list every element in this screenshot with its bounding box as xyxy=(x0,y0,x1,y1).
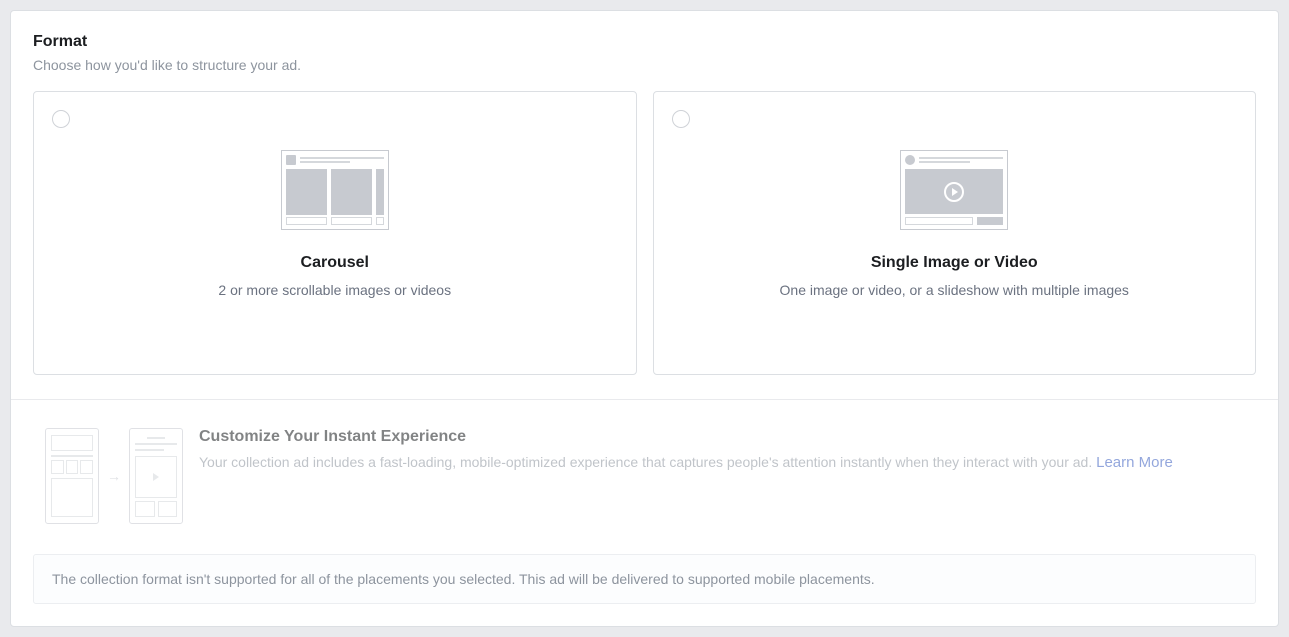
section-title: Format xyxy=(33,33,1256,51)
format-section: Format Choose how you'd like to structur… xyxy=(11,11,1278,399)
section-subtitle: Choose how you'd like to structure your … xyxy=(33,57,1256,73)
customize-description: Your collection ad includes a fast-loadi… xyxy=(199,452,1244,475)
customize-section: → Customize Your Instant Experience Your… xyxy=(11,400,1278,542)
option-description: One image or video, or a slideshow with … xyxy=(780,282,1129,298)
radio-single[interactable] xyxy=(672,110,690,128)
option-title: Single Image or Video xyxy=(871,254,1038,272)
radio-carousel[interactable] xyxy=(52,110,70,128)
arrow-right-icon: → xyxy=(107,468,121,484)
placement-notice: The collection format isn't supported fo… xyxy=(33,554,1256,604)
carousel-thumbnail-icon xyxy=(281,150,389,230)
customize-description-text: Your collection ad includes a fast-loadi… xyxy=(199,454,1096,470)
single-thumbnail-icon xyxy=(900,150,1008,230)
format-panel: Format Choose how you'd like to structur… xyxy=(10,10,1279,627)
learn-more-link[interactable]: Learn More xyxy=(1096,454,1173,471)
format-option-single[interactable]: Single Image or Video One image or video… xyxy=(653,91,1257,375)
customize-title: Customize Your Instant Experience xyxy=(199,428,1244,446)
option-title: Carousel xyxy=(301,254,369,272)
option-description: 2 or more scrollable images or videos xyxy=(218,282,451,298)
customize-text: Customize Your Instant Experience Your c… xyxy=(199,428,1244,524)
format-options: Carousel 2 or more scrollable images or … xyxy=(33,91,1256,375)
format-option-carousel[interactable]: Carousel 2 or more scrollable images or … xyxy=(33,91,637,375)
customize-illustration-icon: → xyxy=(45,428,183,524)
option-body: Single Image or Video One image or video… xyxy=(670,106,1240,298)
option-body: Carousel 2 or more scrollable images or … xyxy=(50,106,620,298)
